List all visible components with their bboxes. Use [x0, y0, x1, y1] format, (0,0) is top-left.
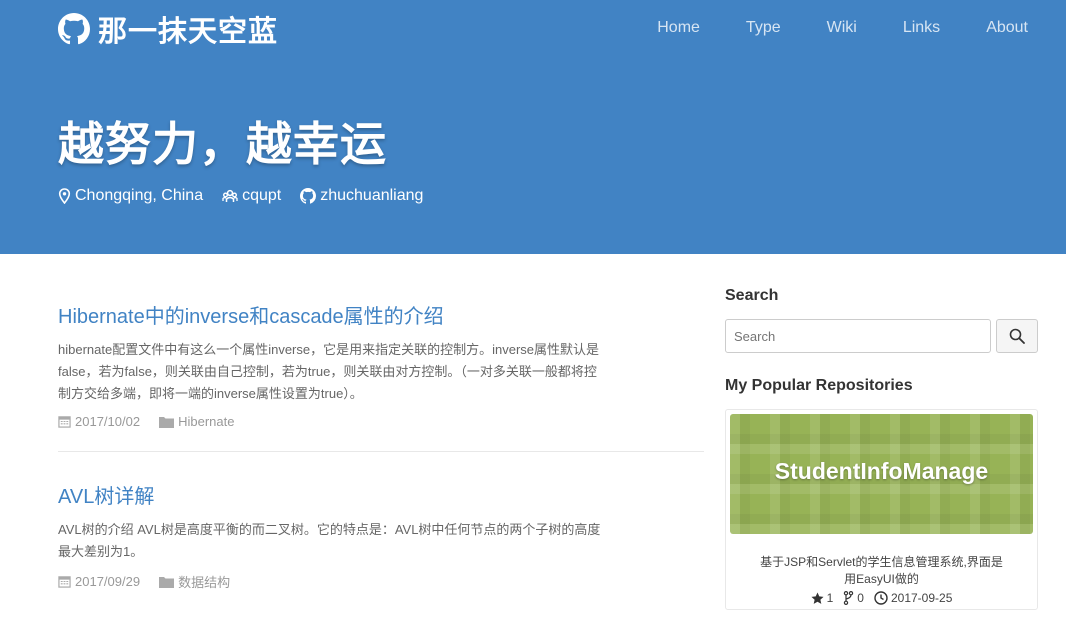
repo-updated: 2017-09-25	[874, 591, 952, 605]
nav-item-wiki[interactable]: Wiki	[827, 19, 857, 37]
post-category[interactable]: Hibernate	[159, 414, 234, 429]
calendar-icon	[58, 416, 71, 428]
site-brand[interactable]: 那一抹天空蓝	[58, 8, 278, 50]
post-divider	[58, 451, 704, 452]
site-title: 那一抹天空蓝	[98, 16, 279, 48]
repo-card[interactable]: StudentInfoManage 基于JSP和Servlet的学生信息管理系统…	[725, 409, 1038, 610]
location-text: Chongqing, China	[75, 187, 204, 204]
location-meta: Chongqing, China	[58, 187, 203, 205]
github-username: zhuchuanliang	[320, 187, 424, 204]
nav-item-type[interactable]: Type	[746, 19, 781, 37]
search-form	[725, 319, 1038, 353]
github-icon	[300, 188, 317, 204]
nav-item-about[interactable]: About	[986, 19, 1028, 37]
search-icon	[1009, 328, 1025, 344]
post-excerpt: hibernate配置文件中有这么一个属性inverse，它是用来指定关联的控制…	[58, 342, 600, 401]
profile-meta: Chongqing, China cqupt zhuchuanliang	[58, 187, 442, 205]
post-category-text: Hibernate	[178, 414, 235, 429]
repo-forks-count: 0	[857, 591, 864, 605]
post-date: 2017/09/29	[58, 574, 140, 589]
site-header: 那一抹天空蓝 Home Type Wiki Links About 越努力，越幸…	[0, 0, 1066, 254]
post-date: 2017/10/02	[58, 414, 140, 429]
calendar-icon	[58, 576, 71, 588]
repo-forks: 0	[843, 591, 864, 605]
repo-description: 基于JSP和Servlet的学生信息管理系统,界面是用EasyUI做的	[760, 555, 1003, 586]
repo-updated-date: 2017-09-25	[890, 591, 953, 605]
post-title-link[interactable]: AVL树详解	[58, 480, 704, 509]
post-item: AVL树详解 AVL树的介绍 AVL树是高度平衡的而二叉树。它的特点是：AVL树…	[58, 480, 704, 613]
repo-name: StudentInfoManage	[774, 458, 989, 484]
post-item: Hibernate中的inverse和cascade属性的介绍 hibernat…	[58, 300, 704, 451]
post-date-text: 2017/10/02	[75, 414, 141, 429]
post-category-text: 数据结构	[178, 575, 231, 590]
main-nav: Home Type Wiki Links About	[611, 19, 1028, 37]
repo-stars-count: 1	[826, 591, 834, 605]
fork-icon	[844, 591, 854, 605]
post-date-text: 2017/09/29	[75, 574, 141, 589]
repo-stars: 1	[811, 591, 834, 605]
post-category[interactable]: 数据结构	[159, 572, 230, 591]
github-icon	[58, 13, 90, 45]
post-excerpt: AVL树的介绍 AVL树是高度平衡的而二叉树。它的特点是：AVL树中任何节点的两…	[58, 522, 601, 559]
post-title-link[interactable]: Hibernate中的inverse和cascade属性的介绍	[58, 300, 704, 329]
nav-item-links[interactable]: Links	[903, 19, 940, 37]
map-marker-icon	[58, 188, 71, 204]
org-text: cqupt	[242, 187, 282, 204]
search-button[interactable]	[996, 319, 1038, 353]
folder-icon	[159, 416, 175, 428]
post-meta: 2017/10/02 Hibernate	[58, 414, 704, 429]
org-meta: cqupt	[222, 187, 281, 205]
repo-banner[interactable]: StudentInfoManage	[730, 414, 1033, 534]
sidebar: Search My Popular Repositories StudentIn…	[725, 287, 1038, 610]
organization-icon	[222, 189, 238, 202]
post-meta: 2017/09/29 数据结构	[58, 572, 704, 591]
hero-title: 越努力，越幸运	[58, 118, 387, 170]
repos-heading: My Popular Repositories	[725, 377, 913, 394]
post-list: Hibernate中的inverse和cascade属性的介绍 hibernat…	[58, 300, 704, 613]
folder-icon	[159, 576, 175, 588]
star-icon	[811, 591, 824, 604]
search-input[interactable]	[725, 319, 991, 353]
clock-icon	[874, 591, 888, 605]
github-meta[interactable]: zhuchuanliang	[300, 187, 423, 205]
search-heading: Search	[725, 287, 779, 304]
nav-item-home[interactable]: Home	[657, 19, 700, 37]
repo-stats: 1 0 2017-09-25	[730, 591, 1033, 605]
